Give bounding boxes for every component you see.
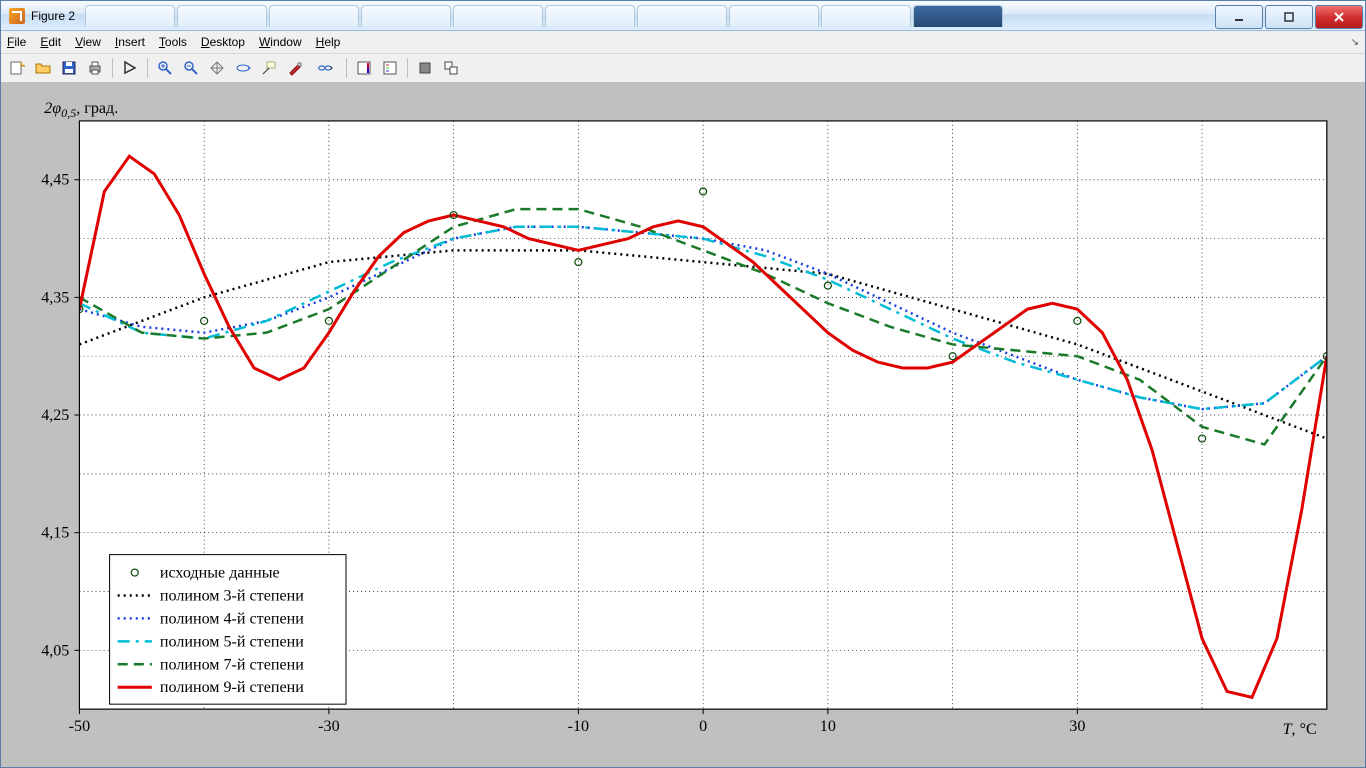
rotate-3d-icon[interactable] <box>231 56 255 80</box>
taskbar-tab[interactable] <box>453 5 543 27</box>
taskbar-tab[interactable] <box>269 5 359 27</box>
menu-edit[interactable]: Edit <box>40 35 61 49</box>
svg-text:10: 10 <box>820 718 836 735</box>
menu-tools[interactable]: Tools <box>159 35 187 49</box>
menu-view[interactable]: View <box>75 35 101 49</box>
hide-plot-tools-icon[interactable] <box>413 56 437 80</box>
taskbar-tab[interactable] <box>637 5 727 27</box>
title-bar[interactable]: Figure 2 <box>1 1 1365 31</box>
taskbar-tab[interactable] <box>85 5 175 27</box>
svg-text:4,05: 4,05 <box>41 642 69 659</box>
maximize-button[interactable] <box>1265 5 1313 29</box>
svg-text:исходные данные: исходные данные <box>160 565 280 582</box>
zoom-out-icon[interactable] <box>179 56 203 80</box>
pan-icon[interactable] <box>205 56 229 80</box>
close-button[interactable] <box>1315 5 1363 29</box>
svg-text:0: 0 <box>699 718 707 735</box>
svg-text:T, °C: T, °C <box>1283 721 1317 738</box>
svg-text:2φ0,5, град.: 2φ0,5, град. <box>44 100 118 120</box>
save-icon[interactable] <box>57 56 81 80</box>
insert-legend-icon[interactable] <box>378 56 402 80</box>
toolbar-separator <box>407 58 408 78</box>
data-cursor-icon[interactable] <box>257 56 281 80</box>
svg-text:-10: -10 <box>568 718 589 735</box>
zoom-in-icon[interactable] <box>153 56 177 80</box>
svg-text:4,35: 4,35 <box>41 289 69 306</box>
axes-container: 2φ0,5, град. T, °C -50 -30 -10 0 10 30 4,05 4,15 4… <box>9 91 1357 759</box>
window-controls <box>1215 2 1365 29</box>
taskbar-tab[interactable] <box>913 5 1003 27</box>
new-figure-icon[interactable] <box>5 56 29 80</box>
taskbar-tab[interactable] <box>177 5 267 27</box>
minimize-button[interactable] <box>1215 5 1263 29</box>
menu-window[interactable]: Window <box>259 35 302 49</box>
show-plot-tools-icon[interactable] <box>439 56 463 80</box>
svg-text:полином 7-й степени: полином 7-й степени <box>160 656 304 673</box>
svg-text:4,15: 4,15 <box>41 525 69 542</box>
svg-text:4,45: 4,45 <box>41 172 69 189</box>
menu-desktop[interactable]: Desktop <box>201 35 245 49</box>
toolbar-separator <box>147 58 148 78</box>
window-title: Figure 2 <box>31 9 75 23</box>
chart[interactable]: 2φ0,5, град. T, °C -50 -30 -10 0 10 30 4,05 4,15 4… <box>9 91 1357 759</box>
svg-text:30: 30 <box>1069 718 1085 735</box>
taskbar-tab[interactable] <box>361 5 451 27</box>
edit-plot-icon[interactable] <box>118 56 142 80</box>
print-icon[interactable] <box>83 56 107 80</box>
matlab-icon <box>9 8 25 24</box>
figure-window: Figure 2 File Edit View Insert Tools Des… <box>0 0 1366 768</box>
taskbar-tabs <box>85 5 1215 27</box>
toolbar-separator <box>112 58 113 78</box>
svg-text:-30: -30 <box>318 718 339 735</box>
svg-text:-50: -50 <box>69 718 90 735</box>
dock-indicator-icon[interactable]: ↘ <box>1351 37 1359 48</box>
toolbar <box>1 54 1365 83</box>
insert-colorbar-icon[interactable] <box>352 56 376 80</box>
toolbar-separator <box>346 58 347 78</box>
menu-help[interactable]: Help <box>316 35 341 49</box>
taskbar-tab[interactable] <box>821 5 911 27</box>
svg-text:полином 5-й степени: полином 5-й степени <box>160 633 304 650</box>
svg-text:4,25: 4,25 <box>41 407 69 424</box>
link-plot-icon[interactable] <box>309 56 341 80</box>
taskbar-tab[interactable] <box>545 5 635 27</box>
brush-icon[interactable] <box>283 56 307 80</box>
figure-area[interactable]: 2φ0,5, град. T, °C -50 -30 -10 0 10 30 4,05 4,15 4… <box>1 83 1365 767</box>
menu-insert[interactable]: Insert <box>115 35 145 49</box>
menu-file[interactable]: File <box>7 35 26 49</box>
open-icon[interactable] <box>31 56 55 80</box>
svg-text:полином 3-й степени: полином 3-й степени <box>160 588 304 605</box>
menu-bar: File Edit View Insert Tools Desktop Wind… <box>1 31 1365 54</box>
taskbar-tab[interactable] <box>729 5 819 27</box>
svg-text:полином 4-й степени: полином 4-й степени <box>160 610 304 627</box>
svg-text:полином 9-й степени: полином 9-й степени <box>160 679 304 696</box>
